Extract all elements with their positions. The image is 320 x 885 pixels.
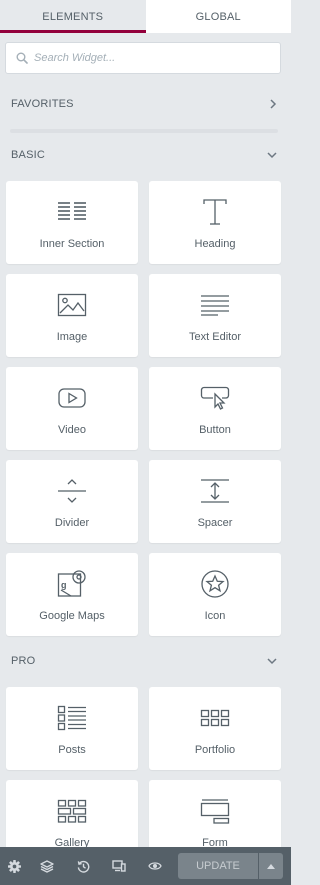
category-favorites[interactable]: FAVORITES bbox=[0, 93, 291, 115]
widget-label: Text Editor bbox=[189, 331, 241, 343]
navigator-icon bbox=[40, 859, 54, 873]
widget-label: Divider bbox=[54, 517, 90, 529]
chevron-right-icon bbox=[270, 99, 277, 109]
widget-video[interactable]: Video bbox=[6, 367, 138, 450]
widget-portfolio[interactable]: Portfolio bbox=[149, 687, 281, 770]
spacer-icon bbox=[201, 479, 229, 503]
widget-posts[interactable]: Posts bbox=[6, 687, 138, 770]
category-title: BASIC bbox=[11, 149, 46, 161]
widget-label: Button bbox=[199, 424, 231, 436]
caret-up-icon bbox=[267, 863, 275, 869]
widget-image[interactable]: Image bbox=[6, 274, 138, 357]
widget-label: Heading bbox=[194, 238, 236, 250]
widget-heading[interactable]: Heading bbox=[149, 181, 281, 264]
settings-button[interactable] bbox=[0, 847, 29, 885]
widget-inner-section[interactable]: Inner Section bbox=[6, 181, 138, 264]
search-icon bbox=[16, 52, 28, 64]
widget-label: Spacer bbox=[197, 517, 233, 529]
widget-label: Google Maps bbox=[39, 610, 105, 622]
portfolio-icon bbox=[200, 709, 230, 727]
widget-text-editor[interactable]: Text Editor bbox=[149, 274, 281, 357]
divider-icon bbox=[58, 479, 86, 503]
widget-label: Icon bbox=[204, 610, 226, 622]
gallery-icon bbox=[57, 799, 87, 823]
chevron-down-icon bbox=[267, 152, 277, 159]
svg-text:g: g bbox=[61, 580, 67, 590]
preview-icon bbox=[148, 862, 162, 870]
posts-icon bbox=[57, 705, 86, 731]
search-box bbox=[5, 42, 281, 74]
widget-button[interactable]: Button bbox=[149, 367, 281, 450]
navigator-button[interactable] bbox=[29, 847, 65, 885]
category-title: PRO bbox=[11, 655, 36, 667]
widget-icon[interactable]: Icon bbox=[149, 553, 281, 636]
history-icon bbox=[77, 860, 89, 873]
heading-icon bbox=[203, 199, 227, 225]
google-maps-icon: g bbox=[57, 570, 86, 597]
history-button[interactable] bbox=[65, 847, 101, 885]
widget-label: Portfolio bbox=[194, 744, 236, 756]
update-button[interactable]: UPDATE bbox=[178, 853, 258, 879]
star-icon bbox=[201, 570, 229, 598]
settings-icon bbox=[8, 859, 21, 873]
widget-label: Posts bbox=[58, 744, 86, 756]
save-options-button[interactable] bbox=[259, 853, 283, 879]
widget-spacer[interactable]: Spacer bbox=[149, 460, 281, 543]
panel-tabs: ELEMENTS GLOBAL bbox=[0, 0, 291, 33]
responsive-button[interactable] bbox=[101, 847, 137, 885]
widget-divider[interactable]: Divider bbox=[6, 460, 138, 543]
widget-google-maps[interactable]: g Google Maps bbox=[6, 553, 138, 636]
widget-label: Image bbox=[56, 331, 88, 343]
category-basic[interactable]: BASIC bbox=[0, 144, 291, 166]
tab-global[interactable]: GLOBAL bbox=[146, 0, 292, 33]
text-editor-icon bbox=[201, 295, 229, 316]
widget-label: Inner Section bbox=[39, 238, 105, 250]
chevron-down-icon bbox=[267, 658, 277, 665]
video-icon bbox=[58, 388, 86, 408]
search-input[interactable] bbox=[34, 52, 254, 64]
image-icon bbox=[57, 293, 87, 317]
inner-section-icon bbox=[58, 202, 86, 220]
category-pro[interactable]: PRO bbox=[0, 650, 291, 672]
responsive-icon bbox=[112, 860, 126, 872]
category-title: FAVORITES bbox=[11, 98, 74, 110]
preview-button[interactable] bbox=[137, 847, 173, 885]
form-icon bbox=[200, 799, 230, 824]
tab-elements[interactable]: ELEMENTS bbox=[0, 0, 146, 33]
button-icon bbox=[200, 386, 230, 410]
widget-label: Video bbox=[58, 424, 86, 436]
category-divider bbox=[10, 129, 278, 133]
